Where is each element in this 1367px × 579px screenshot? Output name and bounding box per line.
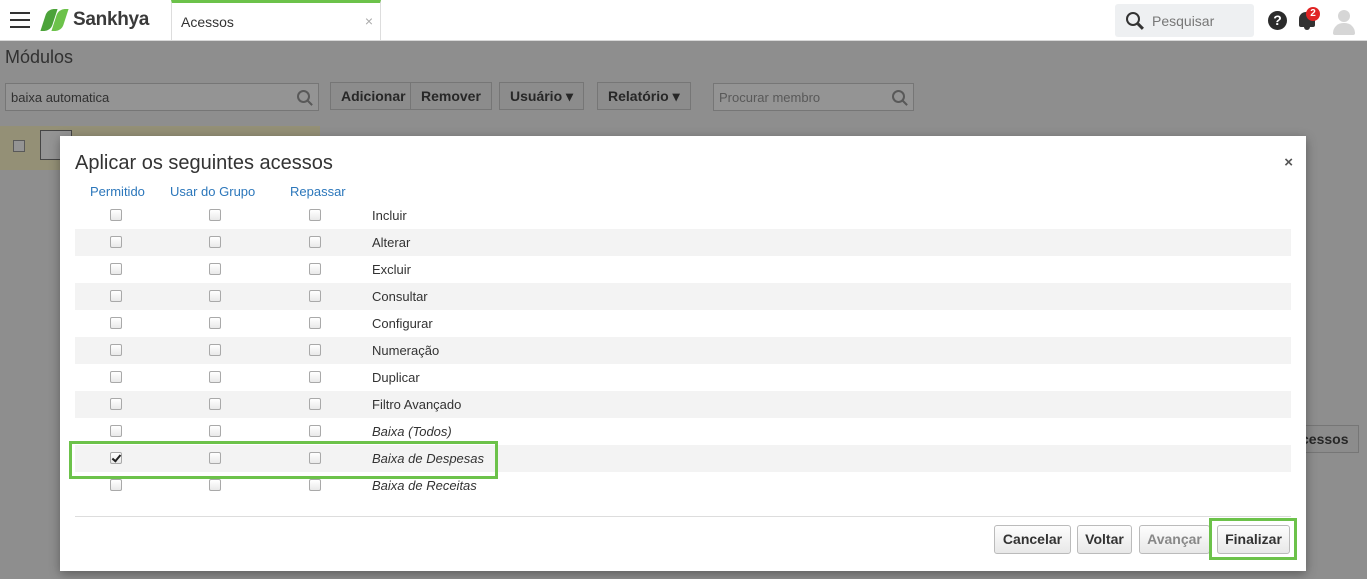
access-row-label: Baixa (Todos): [372, 424, 452, 439]
next-button[interactable]: Avançar: [1139, 525, 1210, 554]
checkbox-grupo[interactable]: [209, 344, 221, 356]
access-row: Numeração: [75, 337, 1291, 364]
highlight-frame-baixa-de-despesas: [69, 441, 498, 479]
access-row-label: Configurar: [372, 316, 433, 331]
access-row-label: Excluir: [372, 262, 412, 277]
access-row: Incluir: [75, 202, 1291, 229]
access-row-label: Incluir: [372, 208, 407, 223]
column-header-permitido[interactable]: Permitido: [90, 184, 145, 199]
checkbox-grupo[interactable]: [209, 398, 221, 410]
logo[interactable]: Sankhya: [40, 8, 150, 32]
footer-divider: [75, 516, 1291, 517]
tab-acessos[interactable]: Acessos ×: [171, 0, 381, 40]
access-row-label: Alterar: [372, 235, 411, 250]
access-row: Configurar: [75, 310, 1291, 337]
checkbox-repassar[interactable]: [309, 317, 321, 329]
dialog-title: Aplicar os seguintes acessos: [75, 152, 333, 174]
tab-label: Acessos: [181, 14, 234, 30]
checkbox-grupo[interactable]: [209, 425, 221, 437]
highlight-frame-finish: [1209, 518, 1297, 560]
column-header-repassar[interactable]: Repassar: [290, 184, 346, 199]
checkbox-grupo[interactable]: [209, 263, 221, 275]
access-row-label: Consultar: [372, 289, 428, 304]
access-row: Consultar: [75, 283, 1291, 310]
checkbox-repassar[interactable]: [309, 371, 321, 383]
checkbox-repassar[interactable]: [309, 344, 321, 356]
access-row-label: Filtro Avançado: [372, 397, 462, 412]
checkbox-permitido[interactable]: [110, 209, 122, 221]
back-button[interactable]: Voltar: [1077, 525, 1132, 554]
checkbox-permitido[interactable]: [110, 344, 122, 356]
help-icon[interactable]: ?: [1268, 11, 1287, 30]
access-row: Alterar: [75, 229, 1291, 256]
access-row-label: Duplicar: [372, 370, 420, 385]
access-row: Duplicar: [75, 364, 1291, 391]
checkbox-grupo[interactable]: [209, 479, 221, 491]
checkbox-repassar[interactable]: [309, 479, 321, 491]
search-icon: [1126, 12, 1140, 26]
checkbox-permitido[interactable]: [110, 317, 122, 329]
column-header-usar-do-grupo[interactable]: Usar do Grupo: [170, 184, 255, 199]
apply-access-dialog: Aplicar os seguintes acessos × Permitido…: [60, 136, 1306, 571]
logo-text: Sankhya: [73, 9, 150, 30]
checkbox-permitido[interactable]: [110, 290, 122, 302]
checkbox-repassar[interactable]: [309, 209, 321, 221]
sankhya-leaf-icon: [40, 9, 69, 31]
avatar[interactable]: [1331, 7, 1357, 35]
checkbox-repassar[interactable]: [309, 398, 321, 410]
checkbox-permitido[interactable]: [110, 371, 122, 383]
checkbox-repassar[interactable]: [309, 290, 321, 302]
checkbox-repassar[interactable]: [309, 425, 321, 437]
checkbox-repassar[interactable]: [309, 263, 321, 275]
cancel-button[interactable]: Cancelar: [994, 525, 1071, 554]
checkbox-permitido[interactable]: [110, 479, 122, 491]
access-row-label: Baixa de Receitas: [372, 478, 477, 493]
notification-badge: 2: [1306, 7, 1320, 21]
close-icon[interactable]: ×: [1284, 154, 1293, 171]
checkbox-grupo[interactable]: [209, 371, 221, 383]
checkbox-repassar[interactable]: [309, 236, 321, 248]
checkbox-grupo[interactable]: [209, 236, 221, 248]
global-search[interactable]: Pesquisar: [1115, 4, 1254, 37]
access-row: Filtro Avançado: [75, 391, 1291, 418]
checkbox-grupo[interactable]: [209, 209, 221, 221]
checkbox-permitido[interactable]: [110, 425, 122, 437]
access-row: Excluir: [75, 256, 1291, 283]
checkbox-grupo[interactable]: [209, 290, 221, 302]
menu-icon[interactable]: [10, 12, 30, 28]
access-row-label: Numeração: [372, 343, 440, 358]
search-placeholder: Pesquisar: [1152, 13, 1215, 29]
checkbox-permitido[interactable]: [110, 263, 122, 275]
checkbox-permitido[interactable]: [110, 236, 122, 248]
top-bar: Sankhya Acessos × Pesquisar ? 2: [0, 0, 1367, 41]
checkbox-grupo[interactable]: [209, 317, 221, 329]
tab-close-icon[interactable]: ×: [365, 13, 373, 29]
checkbox-permitido[interactable]: [110, 398, 122, 410]
